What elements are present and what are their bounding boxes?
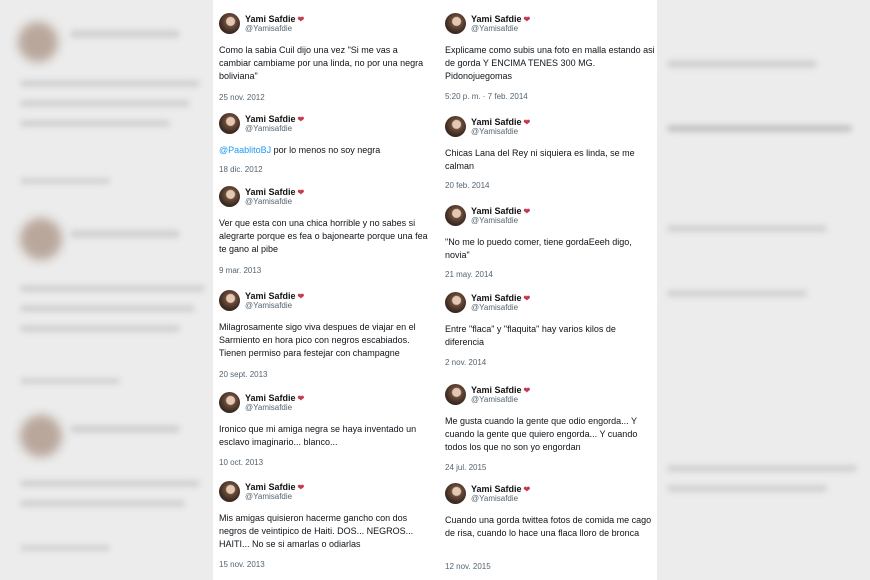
avatar[interactable] (219, 13, 240, 34)
blurred-background-right (657, 0, 870, 580)
tweet-date[interactable]: 20 sept. 2013 (219, 370, 267, 379)
heart-icon: ❤ (523, 15, 531, 24)
author-handle[interactable]: @Yamisafdie (471, 494, 518, 503)
tweet-date[interactable]: 10 oct. 2013 (219, 458, 263, 467)
author-handle[interactable]: @Yamisafdie (471, 24, 518, 33)
author-name[interactable]: Yami Safdie ❤ (245, 482, 304, 492)
tweet-header: Yami Safdie ❤ @Yamisafdie (445, 13, 660, 37)
author-name[interactable]: Yami Safdie ❤ (471, 117, 530, 127)
tweet-date[interactable]: 9 mar. 2013 (219, 266, 261, 275)
heart-icon: ❤ (297, 15, 305, 24)
tweet-header: Yami Safdie ❤ @Yamisafdie (445, 292, 660, 316)
avatar[interactable] (445, 116, 466, 137)
heart-icon: ❤ (523, 485, 531, 494)
author-name[interactable]: Yami Safdie ❤ (471, 14, 530, 24)
avatar[interactable] (219, 113, 240, 134)
tweet-text: Cuando una gorda twittea fotos de comida… (445, 515, 652, 539)
tweet-text: Mis amigas quisieron hacerme gancho con … (219, 513, 414, 550)
tweet-header: Yami Safdie ❤ @Yamisafdie (219, 290, 434, 314)
tweet-text: "No me lo puedo comer, tiene gordaEeeh d… (445, 237, 632, 261)
author-handle[interactable]: @Yamisafdie (245, 24, 292, 33)
blurred-background-left (0, 0, 213, 580)
tweet-header: Yami Safdie ❤ @Yamisafdie (219, 186, 434, 210)
tweet-text: Explicame como subis una foto en malla e… (445, 45, 655, 82)
author-name[interactable]: Yami Safdie ❤ (471, 484, 530, 494)
tweet-date[interactable]: 24 jul. 2015 (445, 463, 486, 472)
author-name[interactable]: Yami Safdie ❤ (471, 293, 530, 303)
author-handle[interactable]: @Yamisafdie (245, 197, 292, 206)
heart-icon: ❤ (297, 188, 305, 197)
tweet-date[interactable]: 2 nov. 2014 (445, 358, 486, 367)
tweet-text: Ironico que mi amiga negra se haya inven… (219, 424, 417, 448)
avatar[interactable] (445, 205, 466, 226)
tweet-header: Yami Safdie ❤ @Yamisafdie (445, 205, 660, 229)
heart-icon: ❤ (523, 294, 531, 303)
tweet-header: Yami Safdie ❤ @Yamisafdie (219, 481, 434, 505)
tweet-date[interactable]: 20 feb. 2014 (445, 181, 489, 190)
avatar[interactable] (445, 292, 466, 313)
tweet-header: Yami Safdie ❤ @Yamisafdie (445, 384, 660, 408)
avatar[interactable] (445, 483, 466, 504)
heart-icon: ❤ (297, 292, 305, 301)
author-name[interactable]: Yami Safdie ❤ (245, 187, 304, 197)
author-name[interactable]: Yami Safdie ❤ (471, 206, 530, 216)
author-handle[interactable]: @Yamisafdie (471, 395, 518, 404)
avatar[interactable] (219, 392, 240, 413)
tweets-panel: Yami Safdie ❤ @Yamisafdie Como la sabia C… (213, 0, 657, 580)
author-handle[interactable]: @Yamisafdie (245, 301, 292, 310)
avatar[interactable] (219, 290, 240, 311)
tweet-date[interactable]: 5:20 p. m. · 7 feb. 2014 (445, 92, 528, 101)
author-name[interactable]: Yami Safdie ❤ (471, 385, 530, 395)
tweet-text: Me gusta cuando la gente que odio engord… (445, 416, 638, 453)
tweet-text: Entre "flaca" y "flaquita" hay varios ki… (445, 324, 616, 348)
author-handle[interactable]: @Yamisafdie (471, 127, 518, 136)
author-handle[interactable]: @Yamisafdie (245, 124, 292, 133)
tweet-date[interactable]: 21 may. 2014 (445, 270, 493, 279)
tweet-text: Ver que esta con una chica horrible y no… (219, 218, 428, 255)
avatar[interactable] (219, 481, 240, 502)
tweet-text: Como la sabia Cuil dijo una vez "Si me v… (219, 45, 424, 82)
tweet-date[interactable]: 18 dic. 2012 (219, 165, 263, 174)
heart-icon: ❤ (523, 386, 531, 395)
tweet-header: Yami Safdie ❤ @Yamisafdie (445, 116, 660, 140)
avatar[interactable] (445, 384, 466, 405)
avatar[interactable] (445, 13, 466, 34)
heart-icon: ❤ (523, 207, 531, 216)
heart-icon: ❤ (297, 115, 305, 124)
author-handle[interactable]: @Yamisafdie (245, 403, 292, 412)
mention-link[interactable]: @PaablitoBJ (219, 145, 271, 155)
author-name[interactable]: Yami Safdie ❤ (245, 393, 304, 403)
heart-icon: ❤ (297, 394, 305, 403)
avatar[interactable] (219, 186, 240, 207)
tweet-header: Yami Safdie ❤ @Yamisafdie (219, 13, 434, 37)
author-name[interactable]: Yami Safdie ❤ (245, 114, 304, 124)
tweet-date[interactable]: 15 nov. 2013 (219, 560, 265, 569)
tweet-date[interactable]: 25 nov. 2012 (219, 93, 265, 102)
tweet-date[interactable]: 12 nov. 2015 (445, 562, 491, 571)
tweet-header: Yami Safdie ❤ @Yamisafdie (219, 113, 434, 137)
author-handle[interactable]: @Yamisafdie (471, 216, 518, 225)
tweet-header: Yami Safdie ❤ @Yamisafdie (219, 392, 434, 416)
tweet-text: Chicas Lana del Rey ni siquiera es linda… (445, 148, 635, 172)
author-handle[interactable]: @Yamisafdie (471, 303, 518, 312)
tweet-text: @PaablitoBJ por lo menos no soy negra (219, 145, 381, 155)
author-handle[interactable]: @Yamisafdie (245, 492, 292, 501)
author-name[interactable]: Yami Safdie ❤ (245, 291, 304, 301)
tweet-text: Milagrosamente sigo viva despues de viaj… (219, 322, 416, 359)
author-name[interactable]: Yami Safdie ❤ (245, 14, 304, 24)
heart-icon: ❤ (297, 483, 305, 492)
tweet-header: Yami Safdie ❤ @Yamisafdie (445, 483, 660, 507)
heart-icon: ❤ (523, 118, 531, 127)
